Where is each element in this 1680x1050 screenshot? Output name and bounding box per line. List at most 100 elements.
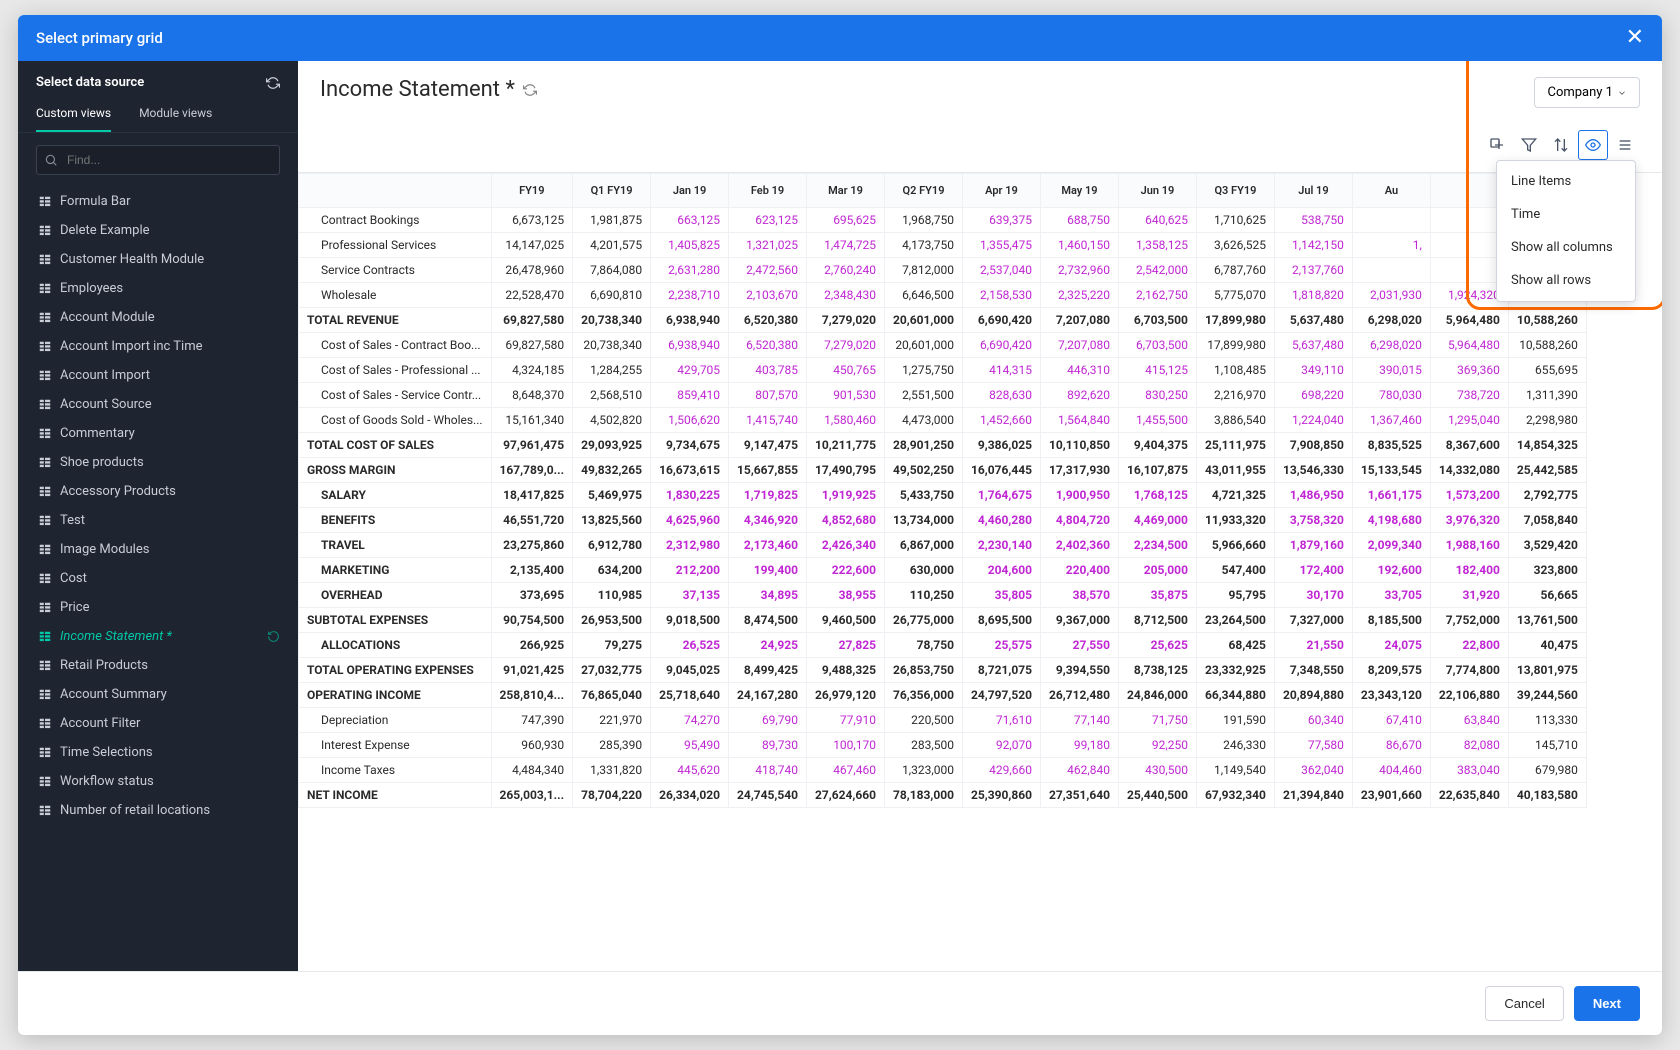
cell[interactable]: 91,021,425 [491, 658, 573, 683]
cell[interactable]: 285,390 [573, 733, 651, 758]
cell[interactable]: 3,758,320 [1274, 508, 1352, 533]
cell[interactable]: 2,216,970 [1196, 383, 1274, 408]
cell[interactable]: 11,933,320 [1196, 508, 1274, 533]
cell[interactable]: 26,478,960 [491, 258, 573, 283]
cell[interactable]: 3,886,540 [1196, 408, 1274, 433]
row-label[interactable]: BENEFITS [299, 508, 492, 533]
cell[interactable]: 7,327,000 [1274, 608, 1352, 633]
view-icon[interactable] [1578, 130, 1608, 160]
cell[interactable]: 9,367,000 [1040, 608, 1118, 633]
sidebar-item[interactable]: Retail Products [18, 651, 298, 680]
cell[interactable]: 1,455,500 [1118, 408, 1196, 433]
sidebar-item[interactable]: Account Source [18, 390, 298, 419]
cell[interactable]: 13,734,000 [885, 508, 963, 533]
cell[interactable]: 1,988,160 [1430, 533, 1508, 558]
cell[interactable]: 429,705 [651, 358, 729, 383]
cell[interactable]: 1,968,750 [885, 208, 963, 233]
cell[interactable]: 2,348,430 [807, 283, 885, 308]
cell[interactable]: 14,147,025 [491, 233, 573, 258]
sync-icon[interactable] [523, 83, 537, 97]
cell[interactable]: 1,460,150 [1040, 233, 1118, 258]
cell[interactable]: 220,400 [1040, 558, 1118, 583]
row-label[interactable]: Service Contracts [299, 258, 492, 283]
cell[interactable]: 1,661,175 [1352, 483, 1430, 508]
cell[interactable] [1352, 208, 1430, 233]
cell[interactable]: 2,298,980 [1508, 408, 1586, 433]
cell[interactable]: 27,624,660 [807, 783, 885, 808]
cell[interactable]: 24,745,540 [729, 783, 807, 808]
sidebar-item[interactable]: Account Summary [18, 680, 298, 709]
cell[interactable]: 6,703,500 [1118, 308, 1196, 333]
cell[interactable]: 418,740 [729, 758, 807, 783]
cell[interactable]: 1,331,820 [573, 758, 651, 783]
cell[interactable]: 1,311,390 [1508, 383, 1586, 408]
cell[interactable]: 5,964,480 [1430, 308, 1508, 333]
cell[interactable]: 4,198,680 [1352, 508, 1430, 533]
cell[interactable]: 17,490,795 [807, 458, 885, 483]
cell[interactable]: 79,275 [573, 633, 651, 658]
cell[interactable]: 5,433,750 [885, 483, 963, 508]
row-label[interactable]: TOTAL COST OF SALES [299, 433, 492, 458]
cell[interactable]: 1,818,820 [1274, 283, 1352, 308]
row-label[interactable]: Cost of Sales - Professional ... [299, 358, 492, 383]
cell[interactable]: 1,719,825 [729, 483, 807, 508]
cell[interactable]: 2,472,560 [729, 258, 807, 283]
sidebar-item[interactable]: Delete Example [18, 216, 298, 245]
cell[interactable]: 74,270 [651, 708, 729, 733]
cell[interactable]: 172,400 [1274, 558, 1352, 583]
cell[interactable]: 8,695,500 [963, 608, 1041, 633]
cell[interactable]: 10,211,775 [807, 433, 885, 458]
view-menu-show-all-columns[interactable]: Show all columns [1497, 231, 1635, 264]
cell[interactable]: 27,550 [1040, 633, 1118, 658]
cell[interactable]: 21,394,840 [1274, 783, 1352, 808]
cell[interactable]: 6,690,420 [963, 333, 1041, 358]
cell[interactable]: 7,812,000 [885, 258, 963, 283]
cell[interactable]: 1,919,925 [807, 483, 885, 508]
row-label[interactable]: Cost of Goods Sold - Wholes... [299, 408, 492, 433]
cell[interactable]: 258,810,4... [491, 683, 573, 708]
cell[interactable]: 450,765 [807, 358, 885, 383]
cell[interactable]: 1,295,040 [1430, 408, 1508, 433]
cell[interactable]: 266,925 [491, 633, 573, 658]
cell[interactable]: 4,473,000 [885, 408, 963, 433]
cell[interactable]: 859,410 [651, 383, 729, 408]
cell[interactable]: 23,343,120 [1352, 683, 1430, 708]
cell[interactable]: 639,375 [963, 208, 1041, 233]
sidebar-item[interactable]: Shoe products [18, 448, 298, 477]
cell[interactable]: 35,805 [963, 583, 1041, 608]
column-header[interactable]: Jun 19 [1118, 174, 1196, 208]
cell[interactable]: 24,846,000 [1118, 683, 1196, 708]
row-label[interactable]: NET INCOME [299, 783, 492, 808]
cell[interactable]: 77,910 [807, 708, 885, 733]
revert-icon[interactable] [267, 630, 280, 643]
cell[interactable]: 97,961,475 [491, 433, 573, 458]
cell[interactable]: 1,879,160 [1274, 533, 1352, 558]
cell[interactable]: 15,161,340 [491, 408, 573, 433]
cell[interactable]: 63,840 [1430, 708, 1508, 733]
cell[interactable]: 1,367,460 [1352, 408, 1430, 433]
row-label[interactable]: OVERHEAD [299, 583, 492, 608]
list-icon[interactable] [1610, 130, 1640, 160]
sidebar-item[interactable]: Employees [18, 274, 298, 303]
cell[interactable]: 403,785 [729, 358, 807, 383]
column-header[interactable]: FY19 [491, 174, 573, 208]
sidebar-item[interactable]: Price [18, 593, 298, 622]
cell[interactable]: 4,852,680 [807, 508, 885, 533]
cell[interactable]: 6,520,380 [729, 333, 807, 358]
cell[interactable]: 78,704,220 [573, 783, 651, 808]
cell[interactable]: 25,575 [963, 633, 1041, 658]
cell[interactable]: 40,475 [1508, 633, 1586, 658]
cell[interactable]: 5,637,480 [1274, 333, 1352, 358]
cell[interactable]: 17,899,980 [1196, 308, 1274, 333]
cell[interactable]: 222,600 [807, 558, 885, 583]
cell[interactable]: 663,125 [651, 208, 729, 233]
cell[interactable]: 5,637,480 [1274, 308, 1352, 333]
row-label[interactable]: Cost of Sales - Contract Boo... [299, 333, 492, 358]
cell[interactable]: 6,703,500 [1118, 333, 1196, 358]
cell[interactable]: 1,108,485 [1196, 358, 1274, 383]
cell[interactable]: 30,170 [1274, 583, 1352, 608]
row-label[interactable]: SALARY [299, 483, 492, 508]
cell[interactable]: 4,324,185 [491, 358, 573, 383]
cell[interactable]: 26,853,750 [885, 658, 963, 683]
cell[interactable]: 220,500 [885, 708, 963, 733]
